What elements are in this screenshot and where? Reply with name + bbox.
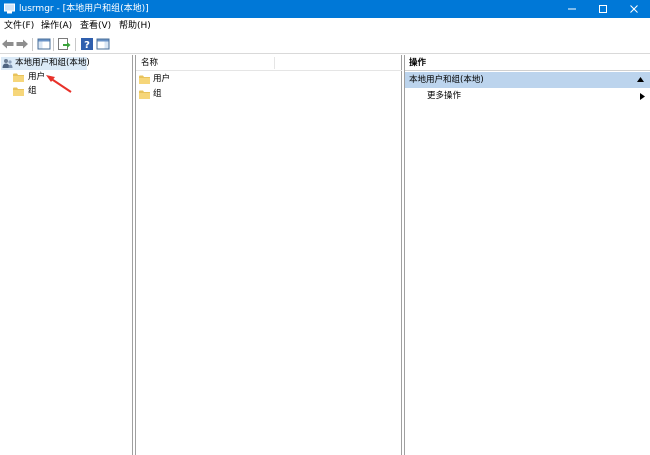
menu-bar: 文件(F) 操作(A) 查看(V) 帮助(H) xyxy=(0,18,650,35)
collapse-triangle-icon[interactable] xyxy=(637,77,644,82)
toolbar: ? xyxy=(0,35,650,54)
toolbar-separator xyxy=(53,38,54,51)
folder-icon xyxy=(139,75,150,84)
forward-icon[interactable] xyxy=(15,37,29,51)
list-item-label: 用户 xyxy=(153,74,171,84)
actions-group-label: 本地用户和组(本地) xyxy=(409,75,484,85)
window-title: lusrmgr - [本地用户和组(本地)] xyxy=(19,4,149,14)
minimize-button[interactable] xyxy=(557,0,586,18)
menu-view[interactable]: 查看(V) xyxy=(80,21,111,32)
toolbar-separator xyxy=(75,38,76,51)
list-item-groups[interactable]: 组 xyxy=(139,88,239,101)
show-hide-console-tree-icon[interactable] xyxy=(37,37,51,51)
list-item-users[interactable]: 用户 xyxy=(139,73,239,86)
console-tree-pane: 本地用户和组(本地) 用户 组 xyxy=(0,55,133,455)
folder-icon xyxy=(13,87,24,96)
action-more-actions[interactable]: 更多操作 xyxy=(405,89,650,104)
result-list-pane: 名称 用户 组 xyxy=(135,55,402,455)
computer-management-icon xyxy=(4,3,15,14)
help-icon[interactable]: ? xyxy=(80,37,94,51)
title-bar: lusrmgr - [本地用户和组(本地)] xyxy=(0,0,650,18)
folder-icon xyxy=(13,73,24,82)
tree-root-node[interactable]: 本地用户和组(本地) xyxy=(1,57,90,70)
back-icon[interactable] xyxy=(1,37,15,51)
actions-header: 操作 xyxy=(405,55,650,71)
submenu-arrow-icon xyxy=(640,93,645,100)
close-icon xyxy=(629,5,638,13)
maximize-button[interactable] xyxy=(588,0,617,18)
maximize-icon xyxy=(598,5,607,13)
export-list-icon[interactable] xyxy=(57,37,71,51)
show-hide-action-pane-icon[interactable] xyxy=(96,37,110,51)
list-item-label: 组 xyxy=(153,89,162,99)
actions-title: 操作 xyxy=(409,58,427,68)
folder-icon xyxy=(139,90,150,99)
column-divider[interactable] xyxy=(274,57,275,69)
menu-action[interactable]: 操作(A) xyxy=(41,21,72,32)
minimize-icon xyxy=(567,8,576,10)
tree-item-label: 组 xyxy=(28,86,37,96)
list-column-header[interactable]: 名称 xyxy=(136,55,402,71)
actions-pane: 操作 本地用户和组(本地) 更多操作 xyxy=(404,55,650,455)
toolbar-separator xyxy=(32,38,33,51)
column-name-header[interactable]: 名称 xyxy=(141,58,158,69)
menu-help[interactable]: 帮助(H) xyxy=(119,21,151,32)
action-item-label: 更多操作 xyxy=(427,91,462,101)
local-users-groups-icon xyxy=(2,59,13,68)
svg-text:?: ? xyxy=(84,40,90,51)
annotation-arrow-icon xyxy=(46,75,72,93)
tree-root-label: 本地用户和组(本地) xyxy=(15,58,90,68)
close-button[interactable] xyxy=(619,0,648,18)
actions-group-header[interactable]: 本地用户和组(本地) xyxy=(405,72,650,88)
menu-file[interactable]: 文件(F) xyxy=(4,21,34,32)
tree-item-label: 用户 xyxy=(28,72,46,82)
